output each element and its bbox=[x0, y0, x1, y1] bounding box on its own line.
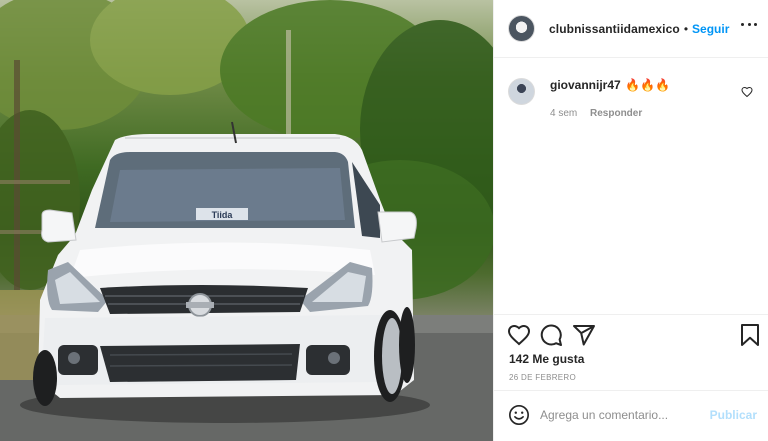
share-icon[interactable] bbox=[572, 323, 596, 347]
comment-username[interactable]: giovannijr47 bbox=[550, 78, 621, 92]
comment-text: 🔥🔥🔥 bbox=[625, 78, 670, 92]
comment-input[interactable] bbox=[540, 404, 700, 426]
comment-meta: 4 sem Responder bbox=[550, 108, 740, 119]
more-options-icon[interactable] bbox=[741, 22, 757, 28]
car-photo-illustration: Tiida bbox=[0, 0, 493, 441]
author-username[interactable]: clubnissantiidamexico bbox=[549, 22, 680, 36]
emoji-icon[interactable] bbox=[508, 404, 530, 426]
post-photo[interactable]: Tiida bbox=[0, 0, 493, 441]
post-date[interactable]: 26 DE FEBRERO bbox=[509, 373, 576, 382]
author-avatar[interactable] bbox=[508, 15, 535, 42]
comment-icon[interactable] bbox=[539, 323, 563, 347]
follow-button[interactable]: Seguir bbox=[692, 22, 729, 36]
comment-age[interactable]: 4 sem bbox=[550, 108, 577, 119]
windshield-decal-text: Tiida bbox=[212, 210, 234, 220]
add-comment-bar: Publicar bbox=[494, 390, 768, 441]
publish-button[interactable]: Publicar bbox=[710, 408, 757, 422]
comment-body: giovannijr47 🔥🔥🔥 4 sem Responder bbox=[550, 76, 740, 119]
heart-icon[interactable] bbox=[507, 323, 531, 347]
post-side-panel: clubnissantiidamexico • Seguir giovannij… bbox=[493, 0, 768, 441]
post-actions: 142 Me gusta 26 DE FEBRERO bbox=[494, 314, 768, 390]
post-header: clubnissantiidamexico • Seguir bbox=[494, 0, 768, 58]
comment-like-heart-icon[interactable] bbox=[741, 86, 753, 98]
likes-count[interactable]: 142 Me gusta bbox=[509, 352, 584, 366]
comments-list[interactable]: giovannijr47 🔥🔥🔥 4 sem Responder bbox=[494, 58, 768, 314]
reply-button[interactable]: Responder bbox=[590, 108, 642, 119]
save-icon[interactable] bbox=[738, 323, 762, 347]
commenter-avatar[interactable] bbox=[508, 78, 535, 105]
header-separator: • bbox=[683, 21, 689, 36]
